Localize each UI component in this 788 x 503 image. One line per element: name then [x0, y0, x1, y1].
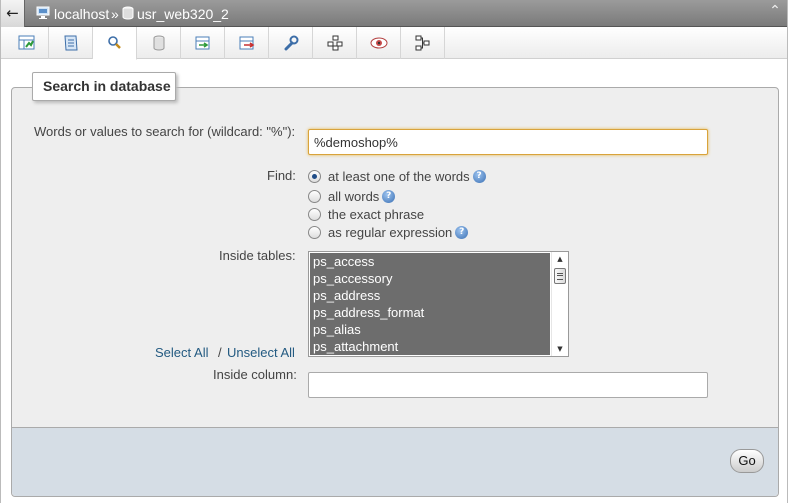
breadcrumb-separator: » [111, 6, 119, 22]
radio-any-words[interactable] [308, 170, 321, 183]
tab-tracking[interactable] [357, 27, 401, 59]
tab-designer[interactable] [401, 27, 445, 59]
option-all-words[interactable]: all words ? [308, 188, 396, 205]
tab-import[interactable] [225, 27, 269, 59]
panel-footer [12, 427, 778, 496]
option-label: the exact phrase [328, 207, 425, 222]
table-option[interactable]: ps_accessory [310, 270, 550, 287]
table-option[interactable]: ps_attachment [310, 338, 550, 355]
option-label: all words [328, 189, 380, 204]
table-option[interactable]: ps_alias [310, 321, 550, 338]
help-icon[interactable]: ? [455, 226, 469, 239]
tables-label: Inside tables: [219, 248, 296, 263]
eye-icon [370, 37, 387, 49]
table-option[interactable]: ps_address_format [310, 304, 550, 321]
tables-scrollbar[interactable]: ▲ ▼ [551, 252, 568, 356]
table-option[interactable]: ps_address [310, 287, 550, 304]
option-label: at least one of the words [328, 169, 470, 184]
go-button[interactable]: Go [730, 449, 764, 473]
breadcrumb-database[interactable]: usr_web320_2 [137, 6, 229, 22]
database-icon [122, 6, 134, 23]
search-icon [107, 36, 121, 49]
tab-structure[interactable] [5, 27, 49, 59]
help-icon[interactable]: ? [472, 170, 486, 183]
tab-operations[interactable] [269, 27, 313, 59]
tab-bar [1, 27, 787, 60]
designer-icon [415, 35, 429, 51]
panel-legend: Search in database [32, 72, 176, 101]
option-any-words[interactable]: at least one of the words ? [308, 168, 486, 185]
breadcrumb: ← localhost » usr_web320_2 ⌃ [1, 0, 787, 27]
table-option[interactable]: ps_access [310, 253, 550, 270]
help-icon[interactable]: ? [382, 190, 396, 203]
scroll-down-icon[interactable]: ▼ [552, 342, 568, 356]
query-icon [153, 35, 164, 51]
search-input[interactable] [308, 129, 708, 155]
tables-select[interactable]: ps_access ps_accessory ps_address ps_add… [308, 251, 569, 357]
wrench-icon [284, 35, 298, 51]
select-all-link[interactable]: Select All [155, 345, 208, 360]
back-button[interactable]: ← [1, 0, 25, 27]
tab-query[interactable] [137, 27, 181, 59]
link-separator: / [218, 345, 222, 360]
collapse-icon[interactable]: ⌃ [767, 4, 783, 20]
radio-all-words[interactable] [308, 190, 321, 203]
page: ← localhost » usr_web320_2 ⌃ Search in d… [0, 0, 788, 503]
scroll-thumb[interactable] [554, 268, 566, 284]
radio-exact-phrase[interactable] [308, 208, 321, 221]
tab-search[interactable] [93, 27, 137, 60]
breadcrumb-server[interactable]: localhost [54, 6, 109, 22]
sql-icon [63, 35, 78, 51]
find-label: Find: [267, 168, 296, 183]
scroll-up-icon[interactable]: ▲ [552, 252, 568, 266]
import-icon [239, 36, 254, 50]
server-icon [36, 6, 52, 23]
export-icon [195, 36, 209, 50]
structure-icon [18, 35, 34, 50]
option-exact-phrase[interactable]: the exact phrase [308, 206, 424, 223]
option-regex[interactable]: as regular expression ? [308, 224, 469, 241]
words-label: Words or values to search for (wildcard:… [34, 124, 296, 139]
option-label: as regular expression [328, 225, 453, 240]
tab-sql[interactable] [49, 27, 93, 59]
column-label: Inside column: [213, 367, 297, 382]
radio-regex[interactable] [308, 226, 321, 239]
tab-routines[interactable] [313, 27, 357, 59]
column-input[interactable] [308, 372, 708, 398]
unselect-all-link[interactable]: Unselect All [227, 345, 295, 360]
routines-icon [327, 35, 342, 51]
tab-export[interactable] [181, 27, 225, 59]
